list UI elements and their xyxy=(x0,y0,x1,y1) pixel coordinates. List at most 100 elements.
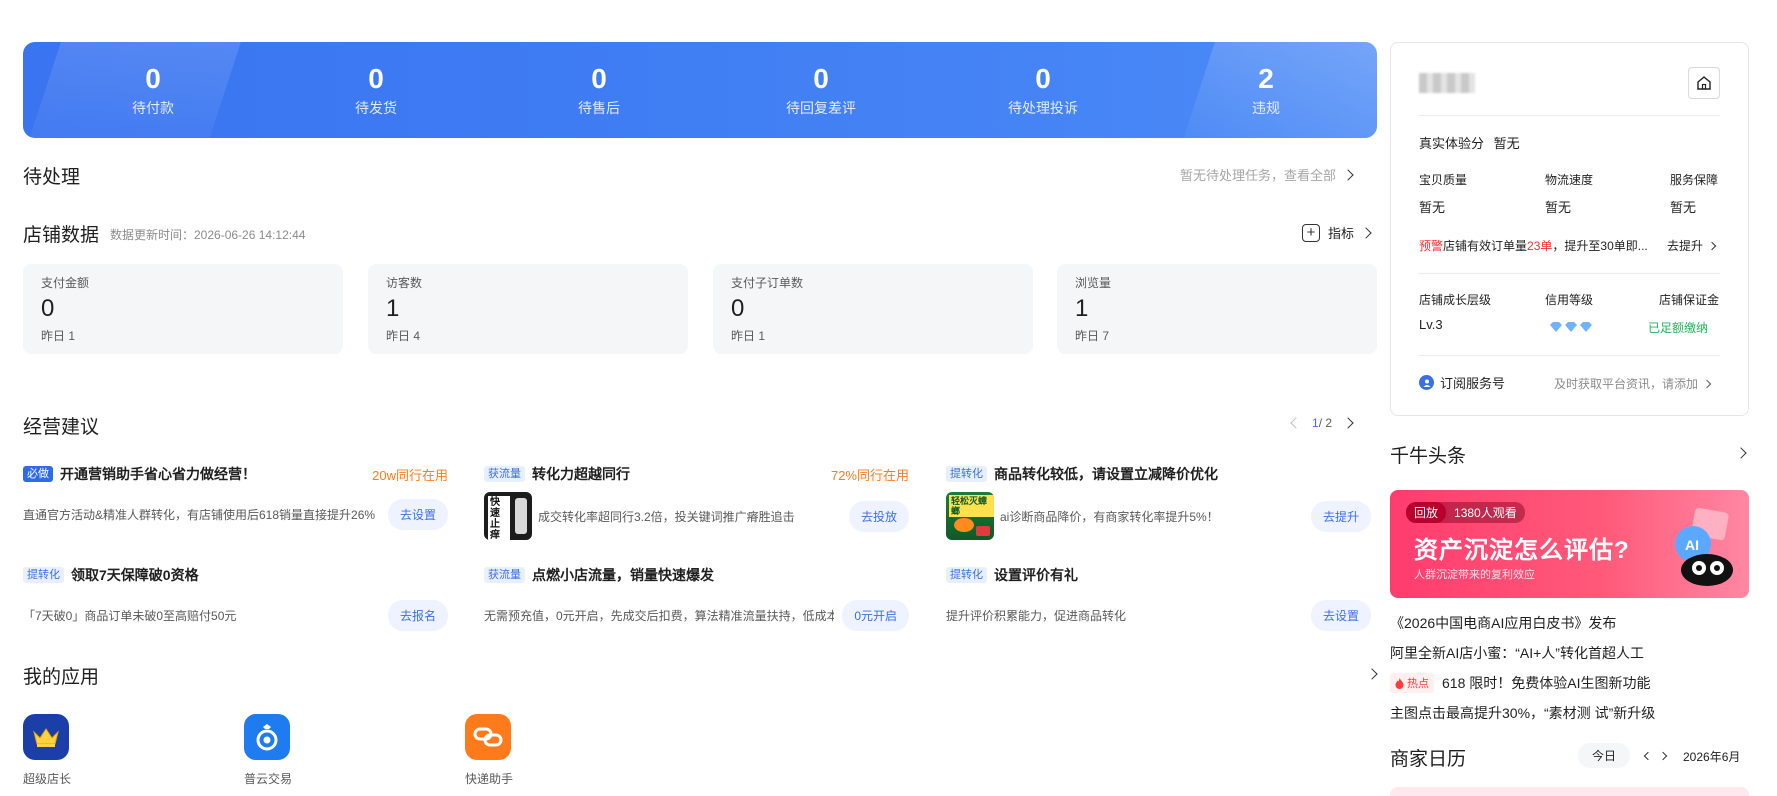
chevron-right-icon[interactable] xyxy=(1366,668,1378,680)
level-label: 店铺成长层级 xyxy=(1419,293,1492,307)
metric-title: 支付金额 xyxy=(41,276,90,290)
calendar-month: 2026年6月 xyxy=(1683,750,1741,764)
metric-card-pay-amount[interactable]: 支付金额 0 昨日 1 xyxy=(23,264,343,354)
stat-value: 0 xyxy=(813,63,829,94)
metric-title: 支付子订单数 xyxy=(731,276,804,290)
chevron-right-icon[interactable] xyxy=(1658,751,1668,761)
plus-box-icon: + xyxy=(1302,223,1320,242)
home-icon xyxy=(1697,76,1711,90)
advice-desc: 提升评价积累能力，促进商品转化 xyxy=(946,608,1127,623)
improve-link[interactable]: 去提升 xyxy=(1667,237,1717,254)
app-tile[interactable]: 快递助手 xyxy=(465,714,545,787)
pager-total: / 2 xyxy=(1318,416,1333,430)
subscribe-hint-link[interactable]: 及时获取平台资讯，请添加 xyxy=(1554,375,1712,392)
replay-badge: 回放 1380人观看 xyxy=(1406,502,1525,523)
advice-item: 提转化 设置评价有礼 提升评价积累能力，促进商品转化 去设置 xyxy=(946,565,1371,631)
store-profile-panel: 真实体验分 暂无 宝贝质量 物流速度 服务保障 暂无 暂无 暂无 预警店铺有效订… xyxy=(1390,42,1749,416)
level-label: 信用等级 xyxy=(1545,293,1594,307)
divider xyxy=(1419,115,1720,116)
metric-label: 宝贝质量 xyxy=(1419,173,1468,187)
advice-desc: 无需预充值，0元开启，先成交后扣费，算法精准流量扶持，低成本 xyxy=(484,608,834,623)
pager-current: 1 xyxy=(1312,416,1319,430)
home-button[interactable] xyxy=(1688,67,1720,99)
crown-icon xyxy=(23,714,69,760)
banner-title: 资产沉淀怎么评估? xyxy=(1414,537,1630,564)
stat-pending-shipment[interactable]: 0 待发货 xyxy=(306,62,446,118)
stat-label: 待发货 xyxy=(355,100,397,116)
app-tile[interactable]: 超级店长 xyxy=(23,714,103,787)
metric-card-sub-orders[interactable]: 支付子订单数 0 昨日 1 xyxy=(713,264,1033,354)
stat-pending-complaint[interactable]: 0 待处理投诉 xyxy=(973,62,1113,118)
news-link[interactable]: 阿里全新AI店小蜜：“AI+人”转化首超人工 xyxy=(1390,643,1644,663)
metric-card-visitors[interactable]: 访客数 1 昨日 4 xyxy=(368,264,688,354)
metric-card-page-views[interactable]: 浏览量 1 昨日 7 xyxy=(1057,264,1377,354)
advice-action-button[interactable]: 去设置 xyxy=(387,498,448,530)
today-button[interactable]: 今日 xyxy=(1578,743,1631,768)
replay-tag: 回放 xyxy=(1406,502,1447,523)
metric-label: 物流速度 xyxy=(1545,173,1594,187)
advice-item: 必做 开通营销助手省心省力做经营！ 20w同行在用 直通官方活动&精准人群转化，… xyxy=(23,464,448,530)
metric-title: 浏览量 xyxy=(1075,276,1112,290)
metric-label: 服务保障 xyxy=(1670,173,1719,187)
stat-label: 待处理投诉 xyxy=(1008,100,1078,116)
news-link-hot[interactable]: 热点 618 限时！免费体验AI生图新功能 xyxy=(1390,673,1650,693)
advice-title: 设置评价有礼 xyxy=(994,567,1078,583)
calendar-card xyxy=(1390,787,1749,796)
advice-title: 转化力超越同行 xyxy=(532,466,630,482)
order-status-banner: 0 待付款 0 待发货 0 待售后 0 待回复差评 0 待处理投诉 2 违规 xyxy=(23,42,1377,138)
metric-value: 暂无 xyxy=(1545,200,1572,215)
advice-action-button[interactable]: 去设置 xyxy=(1310,599,1371,631)
metric-value: 0 xyxy=(731,295,745,322)
stat-pending-payment[interactable]: 0 待付款 xyxy=(83,62,223,118)
news-banner[interactable]: 回放 1380人观看 资产沉淀怎么评估? 人群沉淀带来的复利效应 AI xyxy=(1390,490,1749,598)
stat-pending-aftersale[interactable]: 0 待售后 xyxy=(529,62,669,118)
advice-action-button[interactable]: 去投放 xyxy=(848,500,909,532)
hot-tag: 热点 xyxy=(1407,678,1429,690)
chevron-left-icon[interactable] xyxy=(1643,751,1653,761)
metric-button-label: 指标 xyxy=(1328,226,1355,241)
advice-action-button[interactable]: 去提升 xyxy=(1310,500,1371,532)
chevron-right-icon[interactable] xyxy=(1342,417,1354,429)
advice-item: 提转化 领取7天保障破0资格 「7天破0」商品订单未破0至高赔付50元 去报名 xyxy=(23,565,448,631)
pending-view-all-link[interactable]: 暂无待处理任务，查看全部 xyxy=(1180,165,1354,184)
product-thumbnail: 快速止痒 xyxy=(484,492,532,540)
user-icon xyxy=(1419,375,1434,390)
advice-action-button[interactable]: 去报名 xyxy=(387,599,448,631)
metric-value: 暂无 xyxy=(1670,200,1697,215)
stat-value: 0 xyxy=(145,63,161,94)
advice-item: 获流量 转化力超越同行 72%同行在用 快速止痒 成交转化率超同行3.2倍，投关… xyxy=(484,464,909,540)
news-link[interactable]: 主图点击最高提升30%，“素材测 试”新升级 xyxy=(1390,703,1655,723)
stat-violations[interactable]: 2 违规 xyxy=(1196,62,1336,118)
advice-title: 经营建议 xyxy=(23,417,100,438)
stat-pending-bad-review[interactable]: 0 待回复差评 xyxy=(751,62,891,118)
advice-desc: 直通官方活动&精准人群转化，有店铺使用后618销量直接提升26% xyxy=(23,507,376,522)
metric-settings-button[interactable]: + 指标 xyxy=(1302,223,1372,242)
metric-yesterday: 昨日 7 xyxy=(1075,329,1110,343)
news-link[interactable]: 《2026中国电商AI应用白皮书》发布 xyxy=(1390,613,1616,633)
metric-yesterday: 昨日 1 xyxy=(731,329,766,343)
viewer-count: 1380人观看 xyxy=(1454,506,1517,520)
experience-score: 真实体验分 暂无 xyxy=(1419,133,1520,152)
subscribe-account[interactable]: 订阅服务号 xyxy=(1419,373,1505,392)
ai-mascot-icon: AI xyxy=(1663,507,1735,588)
store-name-blurred xyxy=(1419,73,1475,93)
deposit-status: 已足额缴纳 xyxy=(1648,321,1709,335)
advice-desc: ai诊断商品降价，有商家转化率提升5%！ xyxy=(1000,509,1219,524)
stat-label: 待付款 xyxy=(132,100,174,116)
advice-tag: 提转化 xyxy=(23,567,64,583)
news-title: 千牛头条 xyxy=(1390,446,1467,467)
warning-text: 店铺有效订单量 xyxy=(1443,239,1528,253)
advice-title: 商品转化较低，请设置立减降价优化 xyxy=(994,466,1218,482)
advice-tag: 提转化 xyxy=(946,466,987,482)
advice-action-button[interactable]: 0元开启 xyxy=(842,599,909,631)
pending-link-text: 暂无待处理任务，查看全部 xyxy=(1180,168,1337,183)
app-tile[interactable]: 普云交易 xyxy=(244,714,324,787)
product-thumbnail: 轻松灭蟑螂 xyxy=(946,492,994,540)
store-data-updated-time: 数据更新时间：2026-06-26 14:12:44 xyxy=(110,228,306,242)
chevron-left-icon[interactable] xyxy=(1290,417,1302,429)
chevron-right-icon xyxy=(1707,241,1717,250)
advice-tag: 获流量 xyxy=(484,466,525,482)
thumbnail-text: 轻松灭蟑螂 xyxy=(949,495,994,517)
chevron-right-icon[interactable] xyxy=(1735,447,1747,459)
chevron-right-icon xyxy=(1360,226,1372,239)
